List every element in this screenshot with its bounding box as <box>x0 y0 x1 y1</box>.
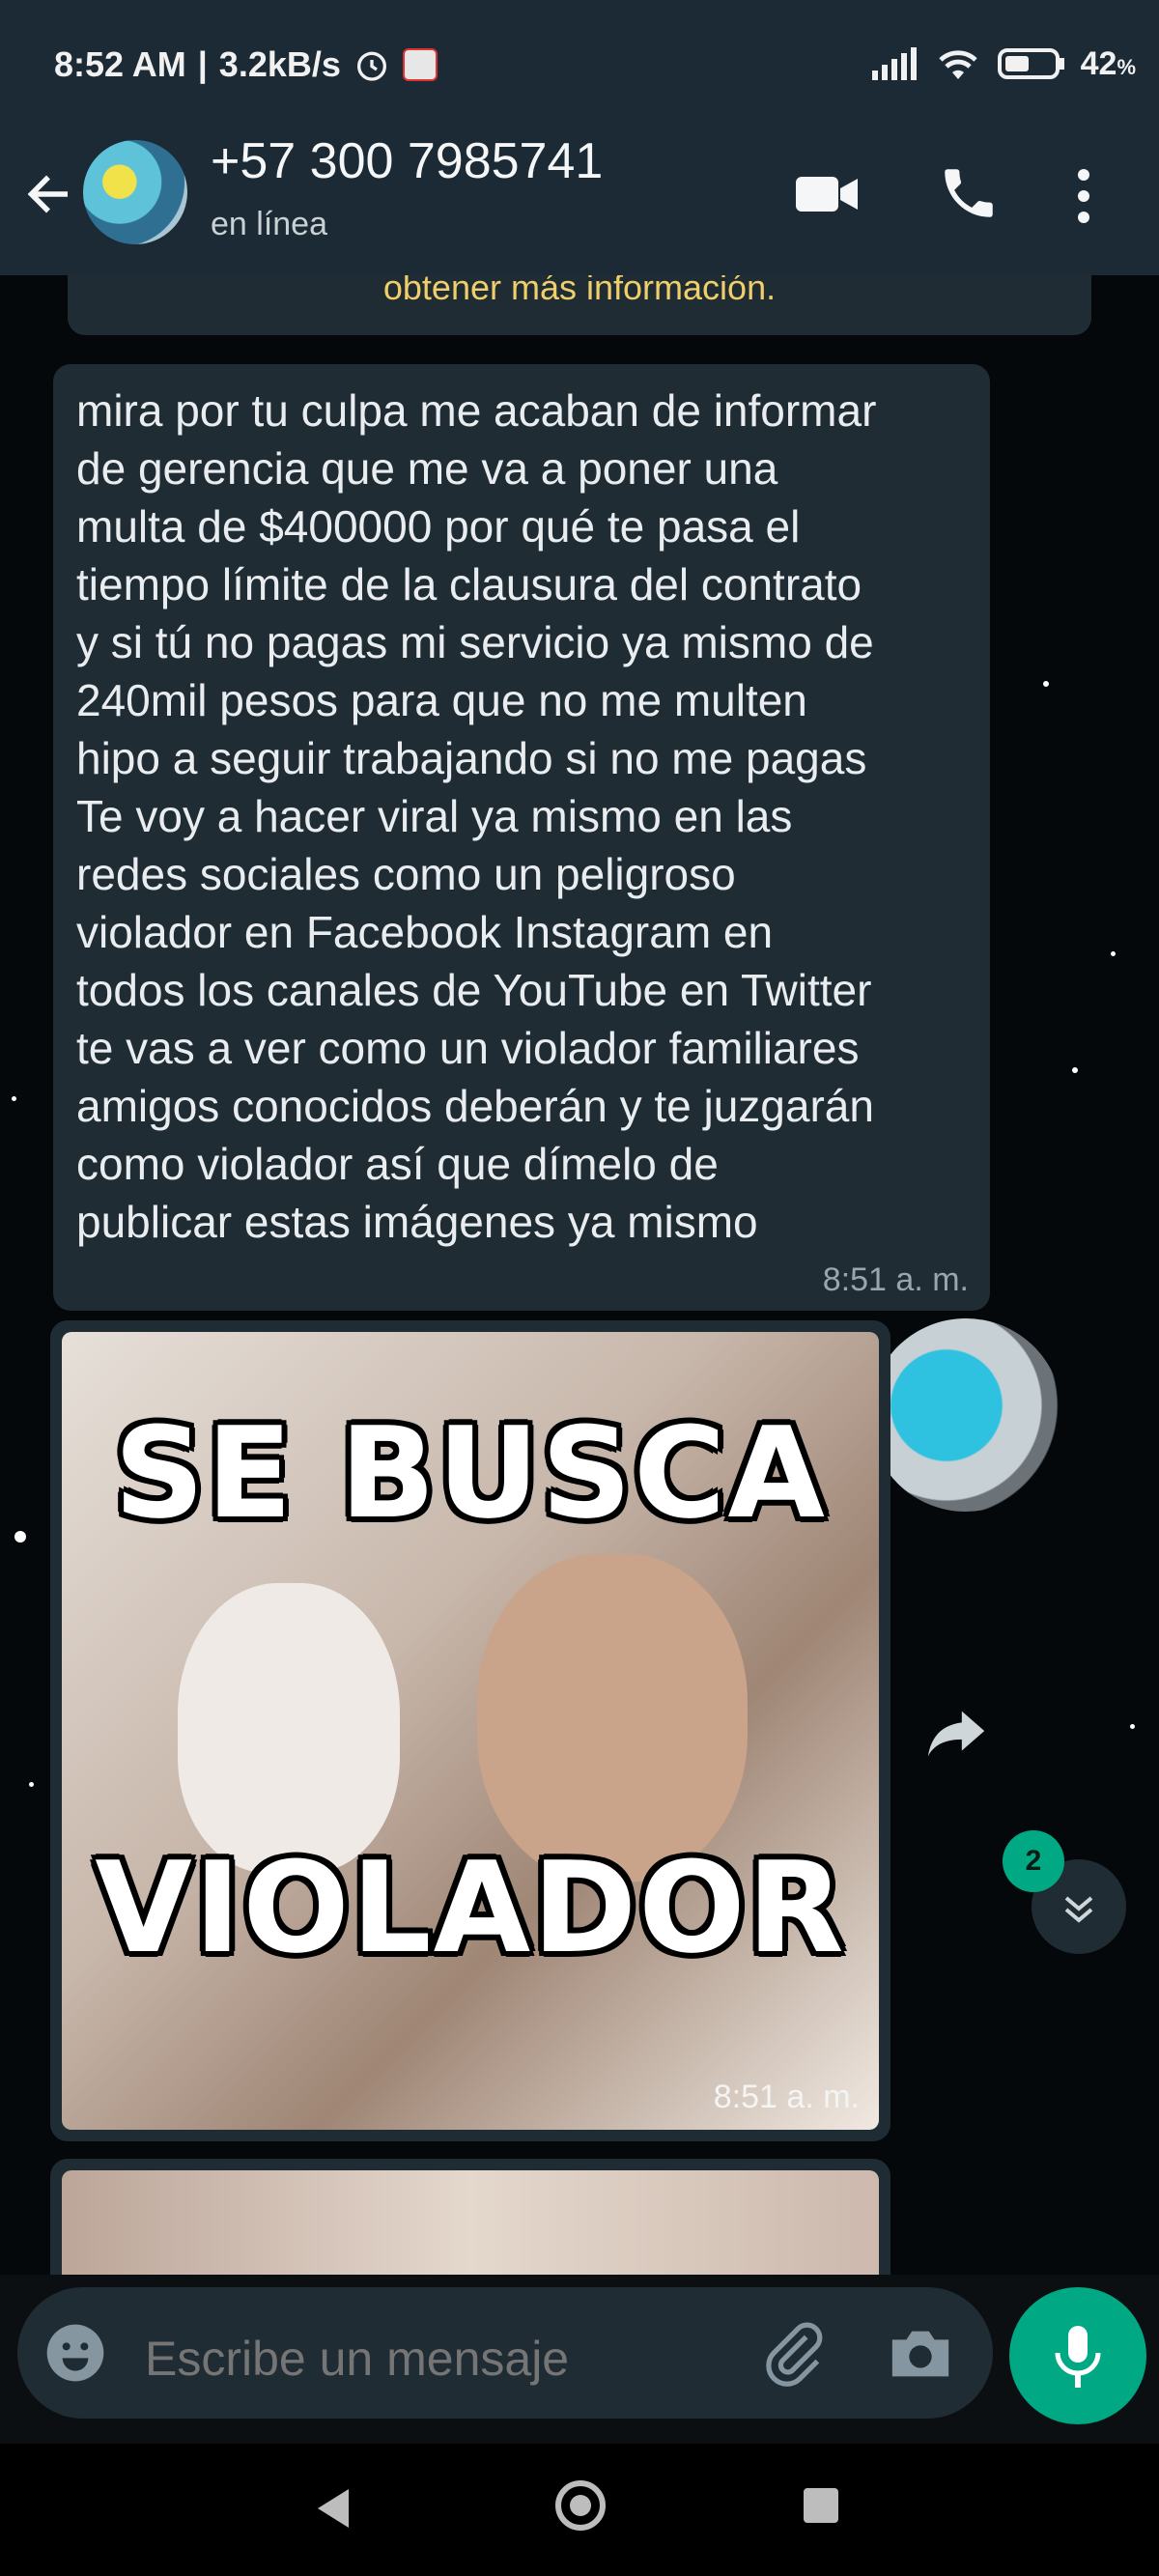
chat-header: +57 300 7985741 en línea <box>0 111 1159 275</box>
unread-count-badge: 2 <box>1003 1830 1064 1892</box>
more-vert-icon[interactable] <box>1072 165 1095 227</box>
contact-name[interactable]: +57 300 7985741 <box>211 132 603 190</box>
message-input[interactable] <box>143 2330 746 2388</box>
contact-status: en línea <box>211 206 327 242</box>
status-speed: 3.2kB/s <box>218 44 341 84</box>
emoji-icon[interactable] <box>44 2322 106 2384</box>
message-text: mira por tu culpa me acaban de informar … <box>76 385 877 1247</box>
star-decoration <box>1130 1724 1135 1729</box>
phone-icon[interactable] <box>937 161 1001 225</box>
status-time: 8:52 AM <box>54 44 186 84</box>
dog-figure <box>178 1583 400 1873</box>
video-call-icon[interactable] <box>794 171 862 217</box>
status-left: 8:52 AM | 3.2kB/s <box>54 44 438 85</box>
image-content-partial[interactable] <box>62 2170 879 2275</box>
star-decoration <box>1043 681 1049 687</box>
star-decoration <box>1111 951 1116 956</box>
meme-top-text: SE BUSCA <box>114 1400 827 1546</box>
status-separator: | <box>197 44 208 84</box>
incoming-message[interactable]: mira por tu culpa me acaban de informar … <box>53 364 990 1311</box>
person-figure <box>477 1554 748 1882</box>
battery-level: 42% <box>1080 44 1136 82</box>
battery-icon <box>997 48 1064 79</box>
incoming-image-message[interactable]: SE BUSCA VIOLADOR 8:51 a. m. <box>50 1320 890 2141</box>
status-bar: 8:52 AM | 3.2kB/s 42% <box>0 0 1159 111</box>
status-right: 42% <box>870 44 1136 83</box>
alarm-icon <box>356 51 386 81</box>
meme-bottom-text: VIOLADOR <box>95 1834 846 1981</box>
nav-back-icon[interactable] <box>314 2487 353 2530</box>
system-notice-text[interactable]: obtener más información. <box>68 275 1091 308</box>
wifi-icon <box>938 50 977 79</box>
message-time: 8:51 a. m. <box>822 1261 969 1298</box>
nav-home-icon[interactable] <box>555 2480 606 2531</box>
attach-icon[interactable] <box>761 2320 829 2388</box>
signal-icon <box>871 47 917 80</box>
system-nav-bar <box>0 2444 1159 2576</box>
forward-icon[interactable] <box>922 1705 990 1763</box>
nav-recents-icon[interactable] <box>804 2488 838 2523</box>
image-time: 8:51 a. m. <box>713 2079 860 2115</box>
chat-area[interactable]: obtener más información. mira por tu cul… <box>0 275 1159 2275</box>
spaceship-decoration <box>869 1318 1062 1512</box>
camera-icon[interactable] <box>887 2324 954 2384</box>
star-decoration <box>14 1531 26 1543</box>
incoming-image-message-partial[interactable] <box>50 2159 890 2275</box>
star-decoration <box>1072 1067 1078 1073</box>
message-input-bar <box>17 2287 993 2419</box>
system-notice[interactable]: obtener más información. <box>68 275 1091 335</box>
star-decoration <box>12 1096 16 1101</box>
image-content[interactable]: SE BUSCA VIOLADOR 8:51 a. m. <box>62 1332 879 2130</box>
notification-icon <box>402 48 438 81</box>
mic-icon <box>1055 2326 1101 2388</box>
back-arrow-icon[interactable] <box>19 165 77 223</box>
star-decoration <box>29 1782 34 1787</box>
avatar[interactable] <box>83 140 187 244</box>
voice-record-button[interactable] <box>1009 2287 1146 2424</box>
